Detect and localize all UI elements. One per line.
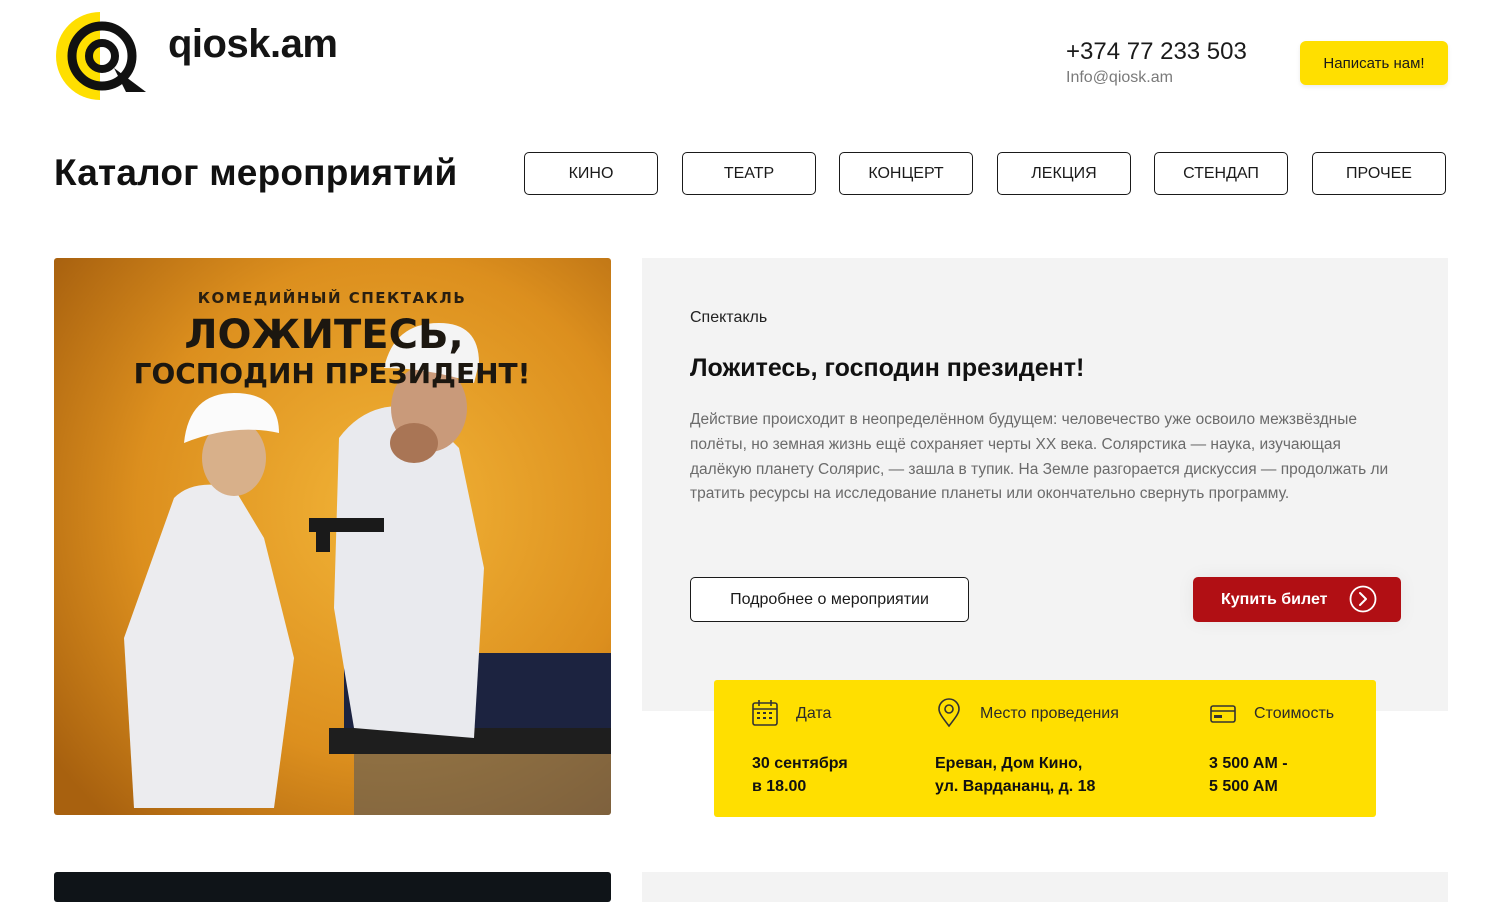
category-cinema-button[interactable]: КИНО	[524, 152, 658, 195]
write-us-button[interactable]: Написать нам!	[1300, 41, 1448, 85]
catalog-title: Каталог мероприятий	[54, 152, 458, 193]
poster-image: КОМЕДИЙНЫЙ СПЕКТАКЛЬ ЛОЖИТЕСЬ, ГОСПОДИН …	[54, 258, 611, 815]
event-poster[interactable]: КОМЕДИЙНЫЙ СПЕКТАКЛЬ ЛОЖИТЕСЬ, ГОСПОДИН …	[54, 258, 611, 815]
category-lecture-button[interactable]: ЛЕКЦИЯ	[997, 152, 1131, 195]
next-event-poster[interactable]	[54, 872, 611, 902]
contact-phone[interactable]: +374 77 233 503	[1066, 38, 1247, 66]
event-title[interactable]: Ложитесь, господин президент!	[690, 354, 1084, 383]
category-theatre-button[interactable]: ТЕАТР	[682, 152, 816, 195]
next-event-panel	[642, 872, 1448, 902]
price-label: Стоимость	[1254, 705, 1335, 722]
brand-name[interactable]: qiosk.am	[168, 22, 338, 67]
contact-email[interactable]: Info@qiosk.am	[1066, 69, 1173, 87]
price-line2: 5 500 AM	[1209, 778, 1278, 795]
buy-ticket-button[interactable]: Купить билет	[1193, 577, 1401, 622]
venue-label: Место проведения	[980, 705, 1119, 722]
category-concert-button[interactable]: КОНЦЕРТ	[839, 152, 973, 195]
wallet-icon	[1210, 705, 1236, 723]
event-type: Спектакль	[690, 309, 768, 326]
location-pin-icon	[938, 698, 960, 728]
arrow-right-circle-icon	[1349, 585, 1377, 613]
calendar-icon	[752, 700, 778, 726]
event-description: Действие происходит в неопределённом буд…	[690, 411, 1389, 503]
venue-line1: Ереван, Дом Кино,	[935, 755, 1083, 772]
date-line1: 30 сентября	[752, 755, 848, 772]
buy-ticket-label: Купить билет	[1221, 590, 1328, 608]
date-line2: в 18.00	[752, 778, 807, 795]
category-standup-button[interactable]: СТЕНДАП	[1154, 152, 1288, 195]
event-details-button[interactable]: Подробнее о мероприятии	[690, 577, 969, 622]
poster-title-line1: ЛОЖИТЕСЬ,	[184, 312, 463, 358]
poster-subtitle: КОМЕДИЙНЫЙ СПЕКТАКЛЬ	[198, 288, 467, 307]
venue-line2: ул. Вардананц, д. 18	[935, 778, 1096, 795]
event-details-box: Дата 30 сентября в 18.00 Место проведени…	[714, 680, 1376, 817]
poster-title-line2: ГОСПОДИН ПРЕЗИДЕНТ!	[134, 357, 531, 390]
brand-logo-icon[interactable]	[54, 8, 150, 104]
date-label: Дата	[796, 705, 832, 722]
category-other-button[interactable]: ПРОЧЕЕ	[1312, 152, 1446, 195]
price-line1: 3 500 AM -	[1209, 755, 1288, 772]
